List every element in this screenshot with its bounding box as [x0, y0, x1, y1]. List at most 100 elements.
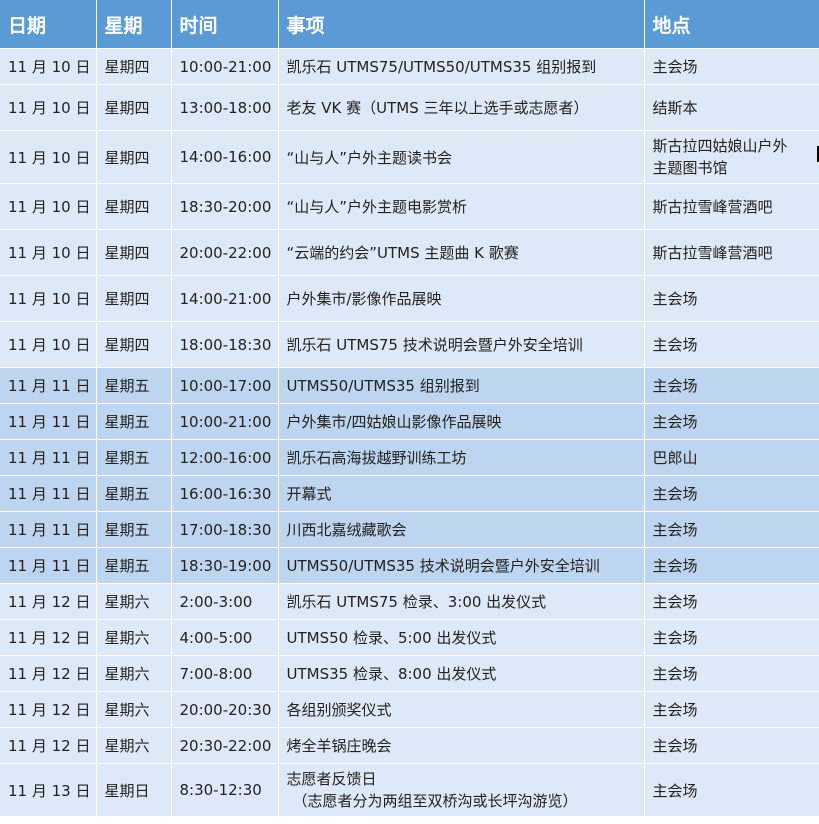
table-row: 11 月 10 日 星期四 14:00-21:00 户外集市/影像作品展映 主会… [0, 275, 819, 322]
cell-time: 13:00-18:00 [171, 84, 279, 131]
place-line: 主题图书馆 [652, 159, 728, 177]
cell-weekday: 星期六 [96, 727, 172, 764]
table-row: 11 月 11 日 星期五 18:30-19:00 UTMS50/UTMS35 … [0, 547, 819, 584]
cell-event: “云端的约会”UTMS 主题曲 K 歌赛 [278, 229, 645, 276]
cell-place: 主会场 [644, 547, 819, 584]
cell-place: 主会场 [644, 619, 819, 656]
place-line: 斯古拉四姑娘山户外 [652, 137, 788, 155]
cell-weekday: 星期五 [96, 367, 172, 404]
table-row: 11 月 11 日 星期五 17:00-18:30 川西北嘉绒藏歌会 主会场 [0, 511, 819, 548]
cell-weekday: 星期日 [96, 763, 172, 817]
cell-date: 11 月 11 日 [0, 475, 97, 512]
cell-time: 20:30-22:00 [171, 727, 279, 764]
cell-place: 主会场 [644, 321, 819, 368]
cell-event: UTMS50/UTMS35 组别报到 [278, 367, 645, 404]
cell-date: 11 月 10 日 [0, 275, 97, 322]
cell-event: “山与人”户外主题电影赏析 [278, 183, 645, 230]
cell-place: 主会场 [644, 583, 819, 620]
cell-place: 斯古拉雪峰营酒吧 [644, 183, 819, 230]
cell-date: 11 月 10 日 [0, 321, 97, 368]
table-row: 11 月 10 日 星期四 18:00-18:30 凯乐石 UTMS75 技术说… [0, 321, 819, 368]
event-line: （志愿者分为两组至双桥沟或长坪沟游览） [292, 792, 578, 810]
cell-date: 11 月 10 日 [0, 229, 97, 276]
cell-event: 户外集市/影像作品展映 [278, 275, 645, 322]
table-row: 11 月 11 日 星期五 16:00-16:30 开幕式 主会场 [0, 475, 819, 512]
cell-time: 20:00-22:00 [171, 229, 279, 276]
cell-date: 11 月 13 日 [0, 763, 97, 817]
cell-weekday: 星期六 [96, 691, 172, 728]
cell-date: 11 月 12 日 [0, 655, 97, 692]
event-line: 志愿者反馈日 [286, 770, 377, 788]
cell-weekday: 星期五 [96, 403, 172, 440]
cell-place: 斯古拉雪峰营酒吧 [644, 229, 819, 276]
cell-time: 18:00-18:30 [171, 321, 279, 368]
cell-place: 斯古拉四姑娘山户外 主题图书馆 [644, 130, 819, 184]
cell-place: 主会场 [644, 403, 819, 440]
cell-time: 7:00-8:00 [171, 655, 279, 692]
header-date: 日期 [0, 0, 97, 49]
cell-event: “山与人”户外主题读书会 [278, 130, 645, 184]
table-row: 11 月 12 日 星期六 20:30-22:00 烤全羊锅庄晚会 主会场 [0, 727, 819, 764]
cell-weekday: 星期五 [96, 439, 172, 476]
cell-event: 凯乐石 UTMS75 技术说明会暨户外安全培训 [278, 321, 645, 368]
cell-weekday: 星期六 [96, 619, 172, 656]
cell-weekday: 星期五 [96, 511, 172, 548]
cell-event: 凯乐石高海拔越野训练工坊 [278, 439, 645, 476]
cell-event: 户外集市/四姑娘山影像作品展映 [278, 403, 645, 440]
cell-date: 11 月 10 日 [0, 48, 97, 85]
cell-place: 主会场 [644, 367, 819, 404]
cell-time: 17:00-18:30 [171, 511, 279, 548]
cell-place: 主会场 [644, 691, 819, 728]
cell-time: 12:00-16:00 [171, 439, 279, 476]
header-weekday: 星期 [96, 0, 172, 49]
cell-date: 11 月 10 日 [0, 130, 97, 184]
cell-date: 11 月 11 日 [0, 439, 97, 476]
cell-event: 烤全羊锅庄晚会 [278, 727, 645, 764]
cell-time: 14:00-21:00 [171, 275, 279, 322]
header-row: 日期 星期 时间 事项 地点 [0, 0, 819, 49]
cell-date: 11 月 12 日 [0, 727, 97, 764]
table-row: 11 月 10 日 星期四 14:00-16:00 “山与人”户外主题读书会 斯… [0, 130, 819, 184]
cell-event: UTMS50/UTMS35 技术说明会暨户外安全培训 [278, 547, 645, 584]
cell-event: 川西北嘉绒藏歌会 [278, 511, 645, 548]
header-time: 时间 [171, 0, 279, 49]
cell-time: 10:00-21:00 [171, 48, 279, 85]
cell-time: 4:00-5:00 [171, 619, 279, 656]
cell-date: 11 月 11 日 [0, 547, 97, 584]
table-row: 11 月 10 日 星期四 20:00-22:00 “云端的约会”UTMS 主题… [0, 229, 819, 276]
cell-place: 主会场 [644, 655, 819, 692]
cell-place: 主会场 [644, 48, 819, 85]
table-row: 11 月 10 日 星期四 13:00-18:00 老友 VK 赛（UTMS 三… [0, 84, 819, 131]
header-place: 地点 [644, 0, 819, 49]
cell-date: 11 月 11 日 [0, 403, 97, 440]
table-row: 11 月 13 日 星期日 8:30-12:30 志愿者反馈日 （志愿者分为两组… [0, 763, 819, 817]
cell-place: 主会场 [644, 275, 819, 322]
cell-date: 11 月 10 日 [0, 183, 97, 230]
cell-place: 结斯本 [644, 84, 819, 131]
table-row: 11 月 12 日 星期六 7:00-8:00 UTMS35 检录、8:00 出… [0, 655, 819, 692]
cell-time: 2:00-3:00 [171, 583, 279, 620]
cell-event: 老友 VK 赛（UTMS 三年以上选手或志愿者） [278, 84, 645, 131]
schedule-table: 日期 星期 时间 事项 地点 11 月 10 日 星期四 10:00-21:00… [0, 0, 819, 817]
cell-weekday: 星期四 [96, 275, 172, 322]
table-row: 11 月 11 日 星期五 12:00-16:00 凯乐石高海拔越野训练工坊 巴… [0, 439, 819, 476]
cell-time: 16:00-16:30 [171, 475, 279, 512]
cell-event: 凯乐石 UTMS75/UTMS50/UTMS35 组别报到 [278, 48, 645, 85]
cell-place: 巴郎山 [644, 439, 819, 476]
cell-date: 11 月 12 日 [0, 583, 97, 620]
cell-weekday: 星期六 [96, 583, 172, 620]
cell-date: 11 月 12 日 [0, 619, 97, 656]
cell-event: 志愿者反馈日 （志愿者分为两组至双桥沟或长坪沟游览） [278, 763, 645, 817]
cell-weekday: 星期四 [96, 84, 172, 131]
cell-weekday: 星期四 [96, 321, 172, 368]
cell-time: 20:00-20:30 [171, 691, 279, 728]
cell-time: 18:30-20:00 [171, 183, 279, 230]
cell-date: 11 月 10 日 [0, 84, 97, 131]
cell-weekday: 星期四 [96, 229, 172, 276]
cell-date: 11 月 11 日 [0, 511, 97, 548]
cell-place: 主会场 [644, 511, 819, 548]
table-row: 11 月 10 日 星期四 10:00-21:00 凯乐石 UTMS75/UTM… [0, 48, 819, 85]
cell-time: 10:00-17:00 [171, 367, 279, 404]
cell-event: 凯乐石 UTMS75 检录、3:00 出发仪式 [278, 583, 645, 620]
cell-time: 14:00-16:00 [171, 130, 279, 184]
